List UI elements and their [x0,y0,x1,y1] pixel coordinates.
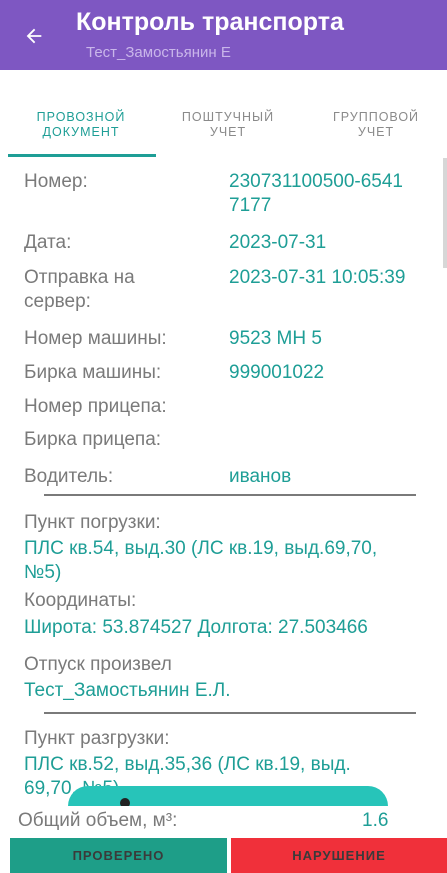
checked-button[interactable]: ПРОВЕРЕНО [10,838,227,873]
total-volume-value: 1.6 [362,810,389,831]
released-by-value[interactable]: Тест_Замостьянин Е.Л. [24,679,424,703]
app-subtitle: Тест_Замостьянин Е [86,44,231,61]
trailer-number-label: Номер прицепа: [24,396,167,417]
driver-value[interactable]: иванов [229,465,291,489]
total-volume-label: Общий объем, м³: [18,810,178,831]
total-volume-row: Общий объем, м³: 1.6 [0,806,447,836]
tab-label-line1: ПРОВОЗНОЙ [36,110,126,124]
number-value-line2: 7177 [229,195,272,216]
tab-label-line1: ПОШТУЧНЫЙ [181,110,275,124]
car-tag-value: 999001022 [229,362,325,383]
unloading-point-label: Пункт разгрузки: [24,728,170,749]
tab-transport-document[interactable]: ПРОВОЗНОЙ ДОКУМЕНТ [8,110,154,140]
driver-label: Водитель: [24,466,114,487]
loading-point-value-line2: №5) [24,562,62,583]
date-value: 2023-07-31 [229,232,327,253]
divider [44,494,416,496]
tab-label-line2: УЧЕТ [209,125,247,139]
tab-label-line2: ДОКУМЕНТ [42,125,120,139]
violation-button[interactable]: НАРУШЕНИЕ [231,838,447,873]
coordinates-value: Широта: 53.874527 Долгота: 27.503466 [24,617,368,638]
car-tag-label: Бирка машины: [24,362,162,383]
coordinates-label: Координаты: [24,590,137,611]
loading-point-label: Пункт погрузки: [24,512,161,533]
sent-label-line1: Отправка на [24,267,135,288]
tab-piece-accounting[interactable]: ПОШТУЧНЫЙ УЧЕТ [158,110,298,140]
unloading-point-value-line1: ПЛС кв.52, выд.35,36 (ЛС кв.19, выд. [24,754,351,775]
trailer-tag-label: Бирка прицепа: [24,429,162,450]
number-label: Номер: [24,171,88,192]
tab-label-line1: ГРУППОВОЙ [332,110,420,124]
scrollbar[interactable] [443,158,447,268]
car-number-value: 9523 МН 5 [229,328,322,349]
date-label: Дата: [24,232,72,253]
arrow-back-icon [26,28,42,44]
app-bar: Контроль транспорта Тест_Замостьянин Е [0,0,447,70]
tab-group-accounting[interactable]: ГРУППОВОЙ УЧЕТ [306,110,446,140]
tab-label-line2: УЧЕТ [357,125,395,139]
released-by-label: Отпуск произвел [24,654,172,675]
loading-point-value-line1: ПЛС кв.54, выд.30 (ЛС кв.19, выд.69,70, [24,538,378,559]
sent-label-line2: сервер: [24,291,91,312]
tab-bar: ПРОВОЗНОЙ ДОКУМЕНТ ПОШТУЧНЫЙ УЧЕТ ГРУППО… [0,70,447,158]
divider [44,712,416,714]
sent-value: 2023-07-31 10:05:39 [229,267,406,288]
active-tab-indicator [8,154,156,157]
back-button[interactable] [18,22,50,50]
app-title: Контроль транспорта [76,8,344,36]
number-value-line1: 230731100500-6541 [229,171,403,192]
car-number-label: Номер машины: [24,328,167,349]
